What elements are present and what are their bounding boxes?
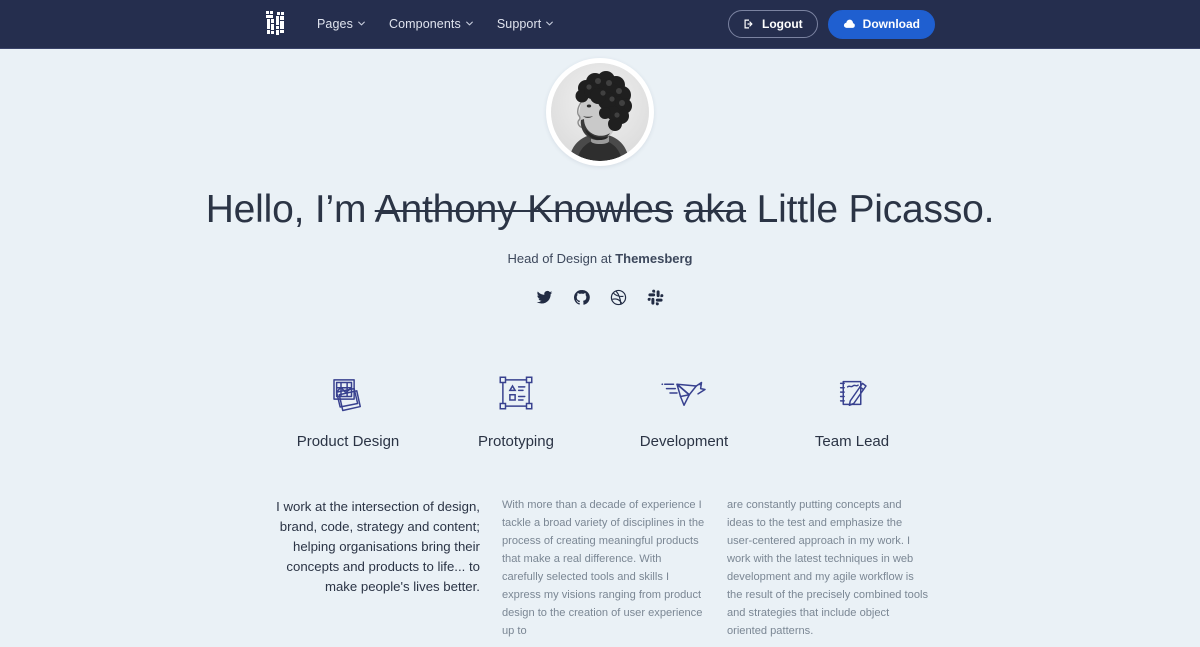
chevron-down-icon (465, 20, 473, 27)
dribbble-icon[interactable] (609, 288, 628, 307)
page-title: Hello, I’m Anthony Knowles aka Little Pi… (0, 187, 1200, 232)
skills-section: Product Design Prototyping Development T… (0, 367, 1200, 450)
cloud-download-icon (843, 18, 856, 31)
hero-subtitle-prefix: Head of Design at (507, 251, 616, 267)
about-columns: I work at the intersection of design, br… (0, 497, 1200, 641)
download-label: Download (862, 17, 920, 31)
hero-struck-name: Anthony Knowles (374, 188, 674, 231)
skill-label: Team Lead (814, 433, 890, 451)
hero-section: Hello, I’m Anthony Knowles aka Little Pi… (0, 49, 1200, 307)
nav-item-support-label: Support (496, 16, 542, 31)
hero-greeting: Hello, I’m (205, 188, 375, 231)
social-links (0, 288, 1200, 307)
nav-item-components[interactable]: Components (389, 18, 473, 31)
nav-item-pages[interactable]: Pages (317, 18, 365, 31)
logout-button[interactable]: Logout (728, 10, 818, 38)
chevron-down-icon (358, 20, 365, 27)
skill-label: Development (639, 433, 729, 451)
themesberg-logo-icon (265, 11, 289, 37)
hero-subtitle: Head of Design at Themesberg (0, 251, 1200, 266)
twitter-icon[interactable] (535, 288, 554, 307)
origami-bird-icon (600, 367, 768, 419)
skill-item-development: Development (600, 367, 768, 450)
navbar-links: Pages Components Support (317, 16, 554, 31)
nav-item-components-label: Components (388, 16, 461, 31)
about-body-left: With more than a decade of experience I … (501, 499, 705, 638)
stacked-images-icon (264, 367, 432, 419)
hero-subtitle-company: Themesberg (615, 251, 693, 267)
artboard-wireframe-icon (432, 367, 600, 419)
nav-item-pages-label: Pages (317, 16, 353, 31)
navbar-inner: Pages Components Support Logout Download (0, 0, 1200, 48)
brand-logo-link[interactable] (265, 11, 289, 37)
github-icon[interactable] (572, 288, 591, 307)
nav-item-support[interactable]: Support (496, 16, 554, 31)
hero-struck-aka: aka (683, 188, 747, 231)
top-navbar: Pages Components Support Logout Download (0, 0, 1200, 49)
sign-out-icon (743, 18, 755, 30)
skill-label: Product Design (296, 433, 400, 451)
slack-icon[interactable] (646, 288, 665, 307)
skill-label: Prototyping (478, 433, 554, 451)
skill-item-prototyping: Prototyping (432, 367, 600, 450)
notepad-pencil-icon (768, 367, 936, 419)
skill-item-team-lead: Team Lead (768, 367, 936, 450)
chevron-down-icon (546, 20, 554, 27)
hero-nickname: Little Picasso. (746, 188, 995, 231)
download-button[interactable]: Download (827, 9, 935, 39)
about-lead-paragraph: I work at the intersection of design, br… (276, 499, 480, 595)
logout-label: Logout (762, 17, 803, 31)
avatar (546, 58, 654, 166)
profile-photo (551, 63, 649, 161)
skill-item-product-design: Product Design (264, 367, 432, 450)
about-body-right: are constantly putting concepts and idea… (726, 499, 928, 638)
navbar-actions: Logout Download (728, 9, 935, 39)
